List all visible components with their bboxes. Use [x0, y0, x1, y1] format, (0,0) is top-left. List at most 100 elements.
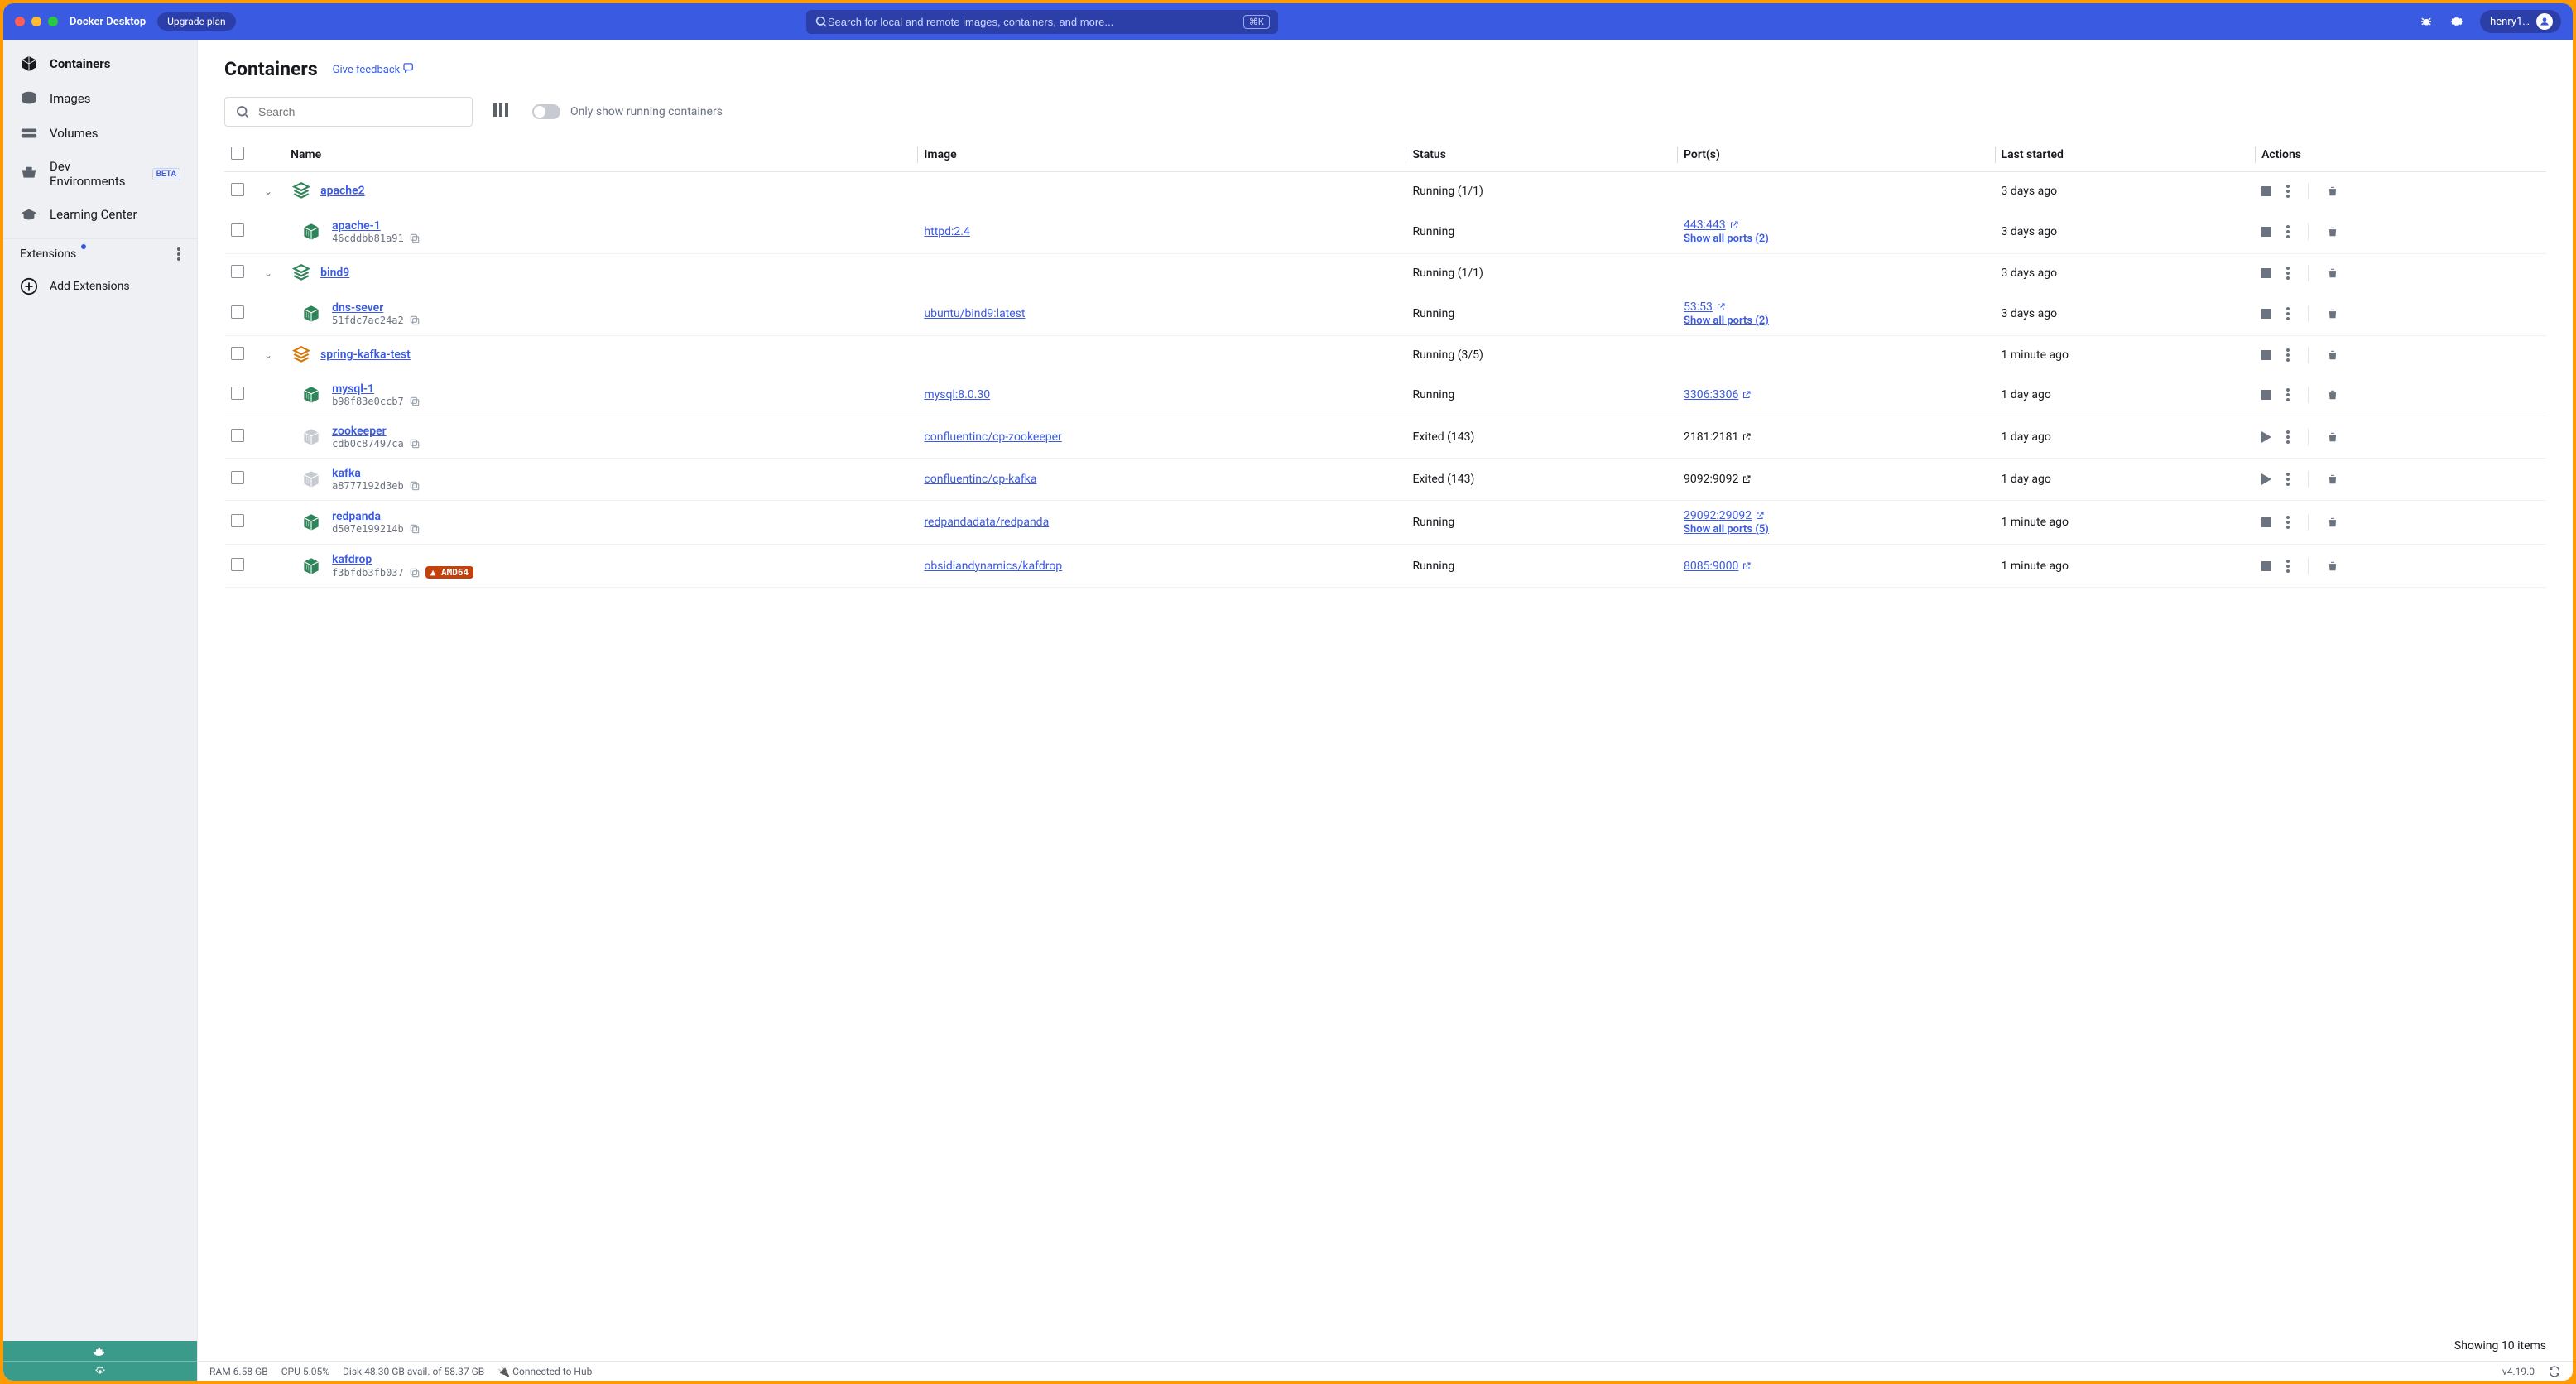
copy-icon[interactable] [409, 438, 421, 449]
copy-icon[interactable] [409, 480, 421, 492]
delete-button[interactable] [2327, 388, 2338, 401]
stop-button[interactable] [2261, 390, 2271, 400]
user-menu[interactable]: henry1… [2480, 10, 2561, 33]
port-link[interactable]: 8085:9000 [1684, 560, 1752, 573]
port-link[interactable]: 3306:3306 [1684, 388, 1752, 401]
copy-icon[interactable] [409, 567, 421, 579]
col-status[interactable]: Status [1406, 138, 1677, 172]
extensions-menu[interactable] [177, 247, 180, 261]
container-name-link[interactable]: mysql-1 [332, 382, 374, 396]
row-checkbox[interactable] [231, 558, 244, 571]
port-link[interactable]: 9092:9092 [1684, 473, 1752, 486]
table-search-input[interactable] [258, 105, 462, 118]
container-name-link[interactable]: dns-sever [332, 301, 383, 315]
close-window[interactable] [15, 17, 25, 26]
image-link[interactable]: ubuntu/bind9:latest [924, 307, 1025, 320]
delete-button[interactable] [2327, 267, 2338, 280]
copy-icon[interactable] [409, 233, 421, 244]
group-name-link[interactable]: apache2 [320, 185, 365, 198]
row-checkbox[interactable] [231, 223, 244, 237]
more-menu[interactable] [2286, 516, 2290, 529]
container-name-link[interactable]: kafdrop [332, 553, 372, 566]
stop-button[interactable] [2261, 309, 2271, 319]
delete-button[interactable] [2327, 225, 2338, 238]
running-only-toggle[interactable] [532, 104, 560, 119]
table-search[interactable] [224, 97, 473, 127]
maximize-window[interactable] [48, 17, 58, 26]
row-checkbox[interactable] [231, 387, 244, 400]
delete-button[interactable] [2327, 307, 2338, 320]
play-button[interactable] [2261, 473, 2271, 485]
add-extensions[interactable]: Add Extensions [3, 269, 197, 304]
more-menu[interactable] [2286, 267, 2290, 280]
delete-button[interactable] [2327, 560, 2338, 573]
more-menu[interactable] [2286, 185, 2290, 198]
col-last[interactable]: Last started [1995, 138, 2256, 172]
image-link[interactable]: redpandadata/redpanda [924, 516, 1049, 529]
row-checkbox[interactable] [231, 305, 244, 319]
minimize-window[interactable] [31, 17, 41, 26]
upgrade-button[interactable]: Upgrade plan [157, 12, 236, 31]
show-all-ports-link[interactable]: Show all ports (5) [1684, 523, 1769, 536]
col-image[interactable]: Image [917, 138, 1406, 172]
stop-button[interactable] [2261, 186, 2271, 196]
container-name-link[interactable]: zookeeper [332, 425, 387, 438]
delete-button[interactable] [2327, 516, 2338, 529]
image-link[interactable]: confluentinc/cp-zookeeper [924, 430, 1061, 444]
global-search-input[interactable] [828, 16, 1243, 28]
container-name-link[interactable]: apache-1 [332, 219, 381, 233]
more-menu[interactable] [2286, 388, 2290, 401]
more-menu[interactable] [2286, 225, 2290, 238]
update-icon[interactable] [2548, 1365, 2561, 1378]
delete-button[interactable] [2327, 430, 2338, 444]
stop-button[interactable] [2261, 227, 2271, 237]
stop-button[interactable] [2261, 561, 2271, 571]
row-checkbox[interactable] [231, 347, 244, 360]
container-name-link[interactable]: kafka [332, 467, 361, 480]
show-all-ports-link[interactable]: Show all ports (2) [1684, 315, 1769, 327]
sidebar-item-images[interactable]: Images [3, 81, 197, 116]
play-button[interactable] [2261, 431, 2271, 443]
delete-button[interactable] [2327, 185, 2338, 198]
image-link[interactable]: mysql:8.0.30 [924, 388, 990, 401]
expand-toggle[interactable]: ⌄ [264, 267, 272, 279]
columns-button[interactable] [493, 102, 512, 122]
row-checkbox[interactable] [231, 265, 244, 278]
port-link[interactable]: 2181:2181 [1684, 430, 1752, 444]
more-menu[interactable] [2286, 560, 2290, 573]
show-all-ports-link[interactable]: Show all ports (2) [1684, 233, 1769, 245]
sidebar-item-volumes[interactable]: Volumes [3, 116, 197, 151]
delete-button[interactable] [2327, 348, 2338, 362]
group-name-link[interactable]: bind9 [320, 267, 349, 280]
expand-toggle[interactable]: ⌄ [264, 185, 272, 197]
port-link[interactable]: 443:443 [1684, 219, 1739, 232]
sidebar-item-learning[interactable]: Learning Center [3, 197, 197, 232]
image-link[interactable]: httpd:2.4 [924, 225, 969, 238]
stop-button[interactable] [2261, 517, 2271, 527]
row-checkbox[interactable] [231, 514, 244, 527]
col-ports[interactable]: Port(s) [1677, 138, 1995, 172]
whale-footer[interactable] [3, 1341, 197, 1361]
port-link[interactable]: 53:53 [1684, 300, 1726, 314]
more-menu[interactable] [2286, 473, 2290, 486]
copy-icon[interactable] [409, 523, 421, 535]
bug-icon[interactable] [2419, 14, 2434, 29]
more-menu[interactable] [2286, 307, 2290, 320]
global-search[interactable]: ⌘K [806, 10, 1278, 34]
stop-button[interactable] [2261, 268, 2271, 278]
col-name[interactable]: Name [284, 138, 917, 172]
sidebar-item-containers[interactable]: Containers [3, 46, 197, 81]
more-menu[interactable] [2286, 348, 2290, 362]
row-checkbox[interactable] [231, 183, 244, 196]
copy-icon[interactable] [409, 315, 421, 326]
port-link[interactable]: 29092:29092 [1684, 509, 1765, 522]
give-feedback-link[interactable]: Give feedback [333, 63, 415, 76]
row-checkbox[interactable] [231, 471, 244, 484]
expand-toggle[interactable]: ⌄ [264, 349, 272, 361]
image-link[interactable]: obsidiandynamics/kafdrop [924, 560, 1062, 573]
group-name-link[interactable]: spring-kafka-test [320, 348, 411, 362]
sidebar-item-dev-env[interactable]: Dev Environments BETA [3, 151, 197, 197]
row-checkbox[interactable] [231, 429, 244, 442]
cog-footer[interactable] [3, 1361, 197, 1381]
more-menu[interactable] [2286, 430, 2290, 444]
